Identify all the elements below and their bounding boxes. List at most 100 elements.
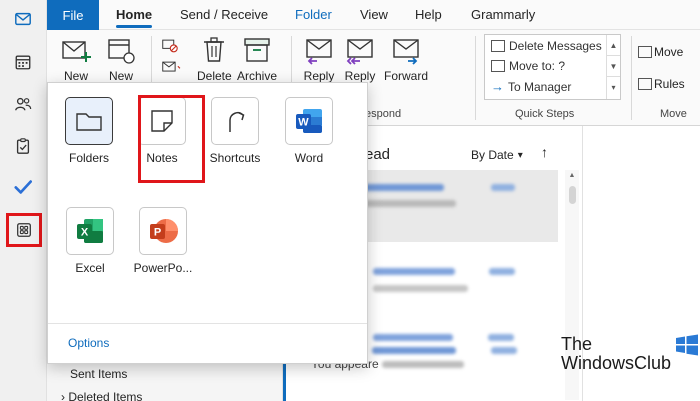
- move-label: Move: [654, 45, 684, 59]
- blurred-subject: [373, 285, 468, 292]
- quick-step-label: Move to: ?: [509, 59, 566, 73]
- svg-text:X: X: [81, 227, 89, 239]
- ribbon-separator: [475, 36, 476, 120]
- reply-button[interactable]: Reply: [303, 34, 335, 83]
- cleanup-button[interactable]: [160, 58, 182, 80]
- forward-button[interactable]: Forward: [384, 34, 428, 83]
- app-excel[interactable]: X Excel: [60, 207, 120, 275]
- app-label: Folders: [68, 151, 109, 165]
- todo-icon[interactable]: [10, 174, 36, 200]
- delete-label: Delete: [197, 69, 232, 83]
- app-powerpoint[interactable]: P PowerPo...: [133, 207, 193, 275]
- blurred-sender: [364, 184, 444, 191]
- new-email-button[interactable]: New: [60, 34, 92, 83]
- app-label: Word: [294, 151, 324, 165]
- folder-label: Deleted Items: [68, 390, 143, 401]
- tab-view[interactable]: View: [360, 0, 388, 30]
- archive-button[interactable]: Archive: [237, 34, 277, 83]
- quick-step-to-manager[interactable]: → To Manager: [491, 79, 571, 94]
- reply-all-button[interactable]: Reply: [344, 34, 376, 83]
- blurred-preview: [382, 361, 464, 368]
- options-link[interactable]: Options: [68, 336, 109, 350]
- respond-group-label: espond: [365, 108, 402, 120]
- trash-icon: [204, 37, 225, 62]
- folder-deleted-items[interactable]: › Deleted Items: [61, 390, 142, 401]
- cleanup-icon: [162, 61, 181, 72]
- reply-all-label: Reply: [344, 69, 376, 83]
- quick-step-delete-messages[interactable]: Delete Messages: [491, 39, 602, 53]
- ribbon-tabs: File Home Send / Receive Folder View Hel…: [47, 0, 700, 30]
- new-email-icon: [62, 41, 91, 62]
- new-items-button[interactable]: New: [105, 34, 137, 83]
- quick-step-move-to[interactable]: Move to: ?: [491, 59, 565, 73]
- app-label: Shortcuts: [209, 151, 261, 165]
- app-shortcuts[interactable]: Shortcuts: [205, 97, 265, 165]
- app-label: PowerPo...: [133, 261, 193, 275]
- app-word[interactable]: W Word: [279, 97, 339, 165]
- chevron-down-icon[interactable]: ▼: [607, 56, 620, 77]
- ignore-button[interactable]: [160, 36, 182, 58]
- powerpoint-icon: P: [150, 219, 178, 243]
- notes-highlight-box: [138, 95, 205, 183]
- more-apps-icon[interactable]: [6, 213, 42, 247]
- popup-divider: [48, 323, 367, 324]
- watermark: The WindowsClub: [561, 334, 698, 373]
- quick-step-mail-icon: [491, 40, 505, 52]
- tab-file[interactable]: File: [47, 0, 99, 30]
- app-folders[interactable]: Folders: [59, 97, 119, 165]
- move-button[interactable]: Move: [638, 45, 683, 59]
- app-label: Excel: [75, 261, 105, 275]
- tab-folder[interactable]: Folder: [295, 0, 332, 30]
- shortcut-arrow-icon: [229, 112, 245, 132]
- blurred-sender: [373, 334, 453, 341]
- calendar-icon[interactable]: [10, 49, 36, 75]
- new-items-icon: [108, 39, 135, 64]
- scrollbar-thumb[interactable]: [569, 186, 576, 204]
- move-group-label: Move: [660, 108, 687, 120]
- app-launcher-popup: Folders Notes Shortcuts W Word X Excel P…: [47, 82, 368, 364]
- chevron-up-icon[interactable]: ▲: [607, 35, 620, 56]
- blurred-time: [491, 347, 517, 354]
- sort-by-date-button[interactable]: By Date ▾: [471, 148, 523, 162]
- blurred-time: [488, 334, 514, 341]
- quick-step-move-icon: [491, 60, 505, 72]
- blurred-subject: [364, 200, 456, 207]
- navigation-rail: [0, 0, 47, 401]
- quick-step-label: To Manager: [508, 79, 572, 94]
- tab-help[interactable]: Help: [415, 0, 442, 30]
- watermark-line: The: [561, 334, 593, 354]
- tab-grammarly[interactable]: Grammarly: [471, 0, 535, 30]
- excel-icon: X: [77, 219, 103, 243]
- folder-sent-items[interactable]: Sent Items: [70, 367, 127, 381]
- scroll-up-icon[interactable]: ▲: [565, 170, 579, 182]
- blurred-time: [489, 268, 515, 275]
- rules-label: Rules: [654, 77, 685, 91]
- list-heading: ead: [365, 146, 391, 163]
- svg-text:W: W: [298, 117, 309, 129]
- word-icon: W: [296, 109, 322, 133]
- reply-label: Reply: [303, 69, 335, 83]
- sort-direction-arrow-icon[interactable]: ↑: [541, 144, 548, 160]
- tab-home[interactable]: Home: [116, 0, 153, 30]
- watermark-brand: WindowsClub: [561, 354, 671, 373]
- gallery-expand-icon[interactable]: ▾: [607, 77, 620, 98]
- archive-label: Archive: [237, 69, 278, 83]
- tab-send-receive[interactable]: Send / Receive: [180, 0, 268, 30]
- reply-all-icon: [346, 39, 373, 65]
- app-tile: W: [285, 97, 333, 145]
- delete-button[interactable]: Delete: [197, 34, 232, 83]
- people-icon[interactable]: [10, 91, 36, 117]
- rules-button[interactable]: Rules: [638, 77, 685, 91]
- quick-steps-scroll[interactable]: ▲ ▼ ▾: [606, 35, 620, 99]
- watermark-line: WindowsClub: [561, 353, 672, 373]
- app-tile: P: [139, 207, 187, 255]
- blurred-sender: [372, 347, 456, 354]
- chevron-down-icon: ▾: [517, 149, 523, 161]
- blurred-sender: [373, 268, 455, 275]
- quick-step-label: Delete Messages: [509, 39, 602, 53]
- windows-logo-icon: [676, 334, 698, 356]
- mail-icon[interactable]: [10, 6, 36, 32]
- archive-icon: [244, 38, 270, 62]
- tasks-icon[interactable]: [10, 133, 36, 159]
- forward-label: Forward: [384, 69, 429, 83]
